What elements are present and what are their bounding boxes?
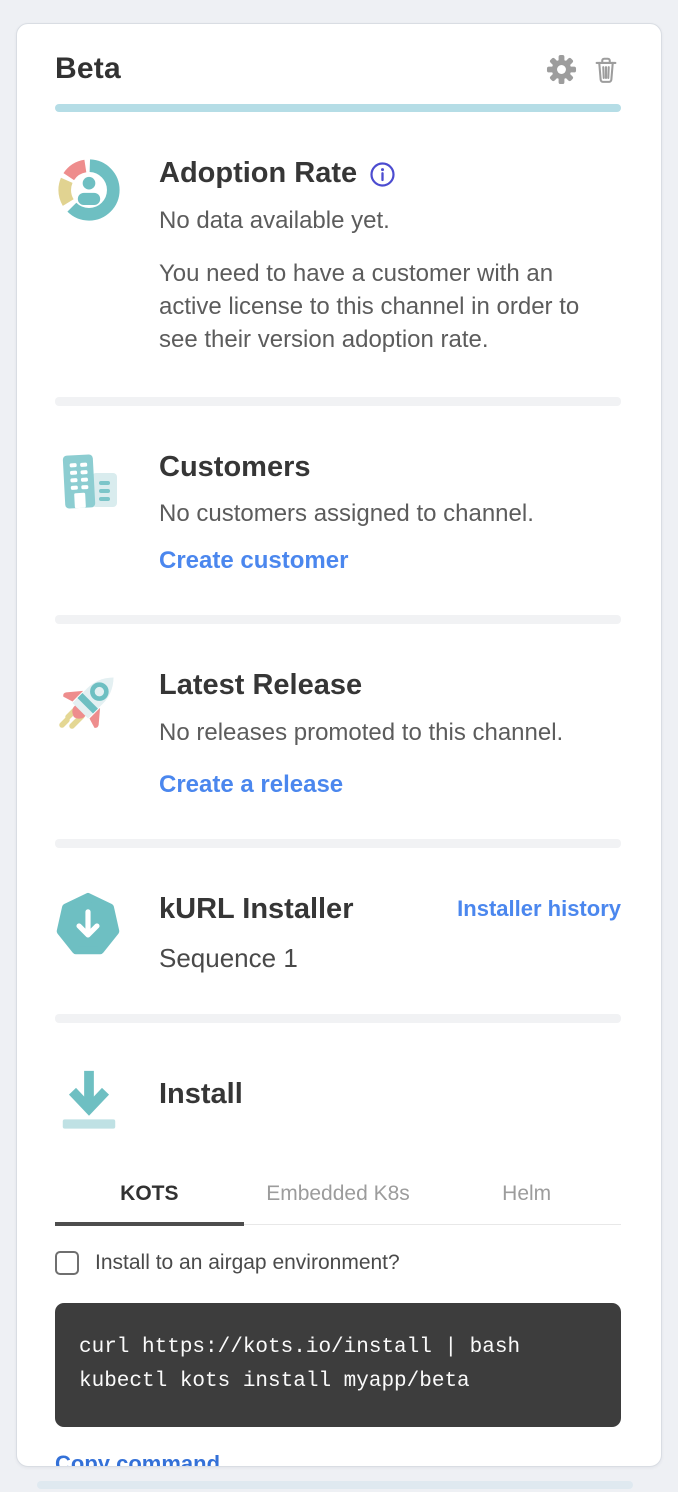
customers-status: No customers assigned to channel.	[159, 498, 621, 530]
channel-title: Beta	[55, 52, 121, 86]
section-divider	[55, 397, 621, 406]
install-title: Install	[159, 1077, 621, 1112]
adoption-rate-description: You need to have a customer with an acti…	[159, 257, 621, 356]
tab-kots-label: KOTS	[120, 1182, 178, 1205]
info-icon[interactable]	[369, 161, 396, 188]
section-divider	[55, 615, 621, 624]
customers-icon	[55, 450, 125, 575]
customers-section: Customers No customers assigned to chann…	[55, 450, 621, 575]
tab-helm[interactable]: Helm	[432, 1172, 621, 1224]
install-section: Install	[55, 1065, 621, 1138]
kurl-installer-title: kURL Installer	[159, 892, 353, 927]
channel-card: Beta	[16, 23, 662, 1467]
tab-embedded-k8s-label: Embedded K8s	[266, 1182, 410, 1205]
copy-command-link[interactable]: Copy command	[55, 1451, 220, 1467]
tab-embedded-k8s[interactable]: Embedded K8s	[244, 1172, 433, 1224]
install-tabs: KOTS Embedded K8s Helm	[55, 1172, 621, 1225]
customers-title: Customers	[159, 450, 621, 485]
airgap-label: Install to an airgap environment?	[95, 1251, 400, 1275]
install-download-icon	[55, 1065, 125, 1138]
tab-helm-label: Helm	[502, 1182, 551, 1205]
section-divider	[55, 839, 621, 848]
channel-card-header: Beta	[55, 52, 621, 86]
latest-release-section: Latest Release No releases promoted to t…	[55, 668, 621, 799]
installer-history-link[interactable]: Installer history	[457, 896, 621, 922]
latest-release-status: No releases promoted to this channel.	[159, 717, 621, 749]
create-customer-link[interactable]: Create customer	[159, 547, 348, 575]
adoption-rate-icon	[55, 156, 125, 357]
adoption-rate-title-text: Adoption Rate	[159, 156, 357, 191]
install-command-block: curl https://kots.io/install | bashkubec…	[55, 1303, 621, 1427]
create-release-link[interactable]: Create a release	[159, 771, 343, 799]
trash-icon[interactable]	[591, 54, 621, 85]
section-divider	[55, 1014, 621, 1023]
next-card-accent-line	[37, 1481, 633, 1489]
installer-sequence: Sequence 1	[159, 943, 621, 974]
kurl-installer-icon	[55, 892, 125, 974]
tab-kots[interactable]: KOTS	[55, 1172, 244, 1224]
kurl-installer-section: kURL Installer Installer history Sequenc…	[55, 892, 621, 974]
latest-release-title: Latest Release	[159, 668, 621, 703]
rocket-icon	[55, 668, 125, 799]
airgap-checkbox[interactable]	[55, 1251, 79, 1275]
channel-accent-line	[55, 104, 621, 112]
command-line-2: kubectl kots install myapp/beta	[79, 1365, 597, 1399]
channel-actions	[546, 54, 621, 85]
adoption-rate-section: Adoption Rate No data available yet. You…	[55, 156, 621, 357]
page: Beta	[0, 0, 678, 1492]
gear-icon[interactable]	[546, 54, 577, 85]
command-line-1: curl https://kots.io/install | bash	[79, 1331, 597, 1365]
airgap-option[interactable]: Install to an airgap environment?	[55, 1251, 621, 1275]
adoption-rate-status: No data available yet.	[159, 205, 621, 237]
adoption-rate-title: Adoption Rate	[159, 156, 621, 191]
